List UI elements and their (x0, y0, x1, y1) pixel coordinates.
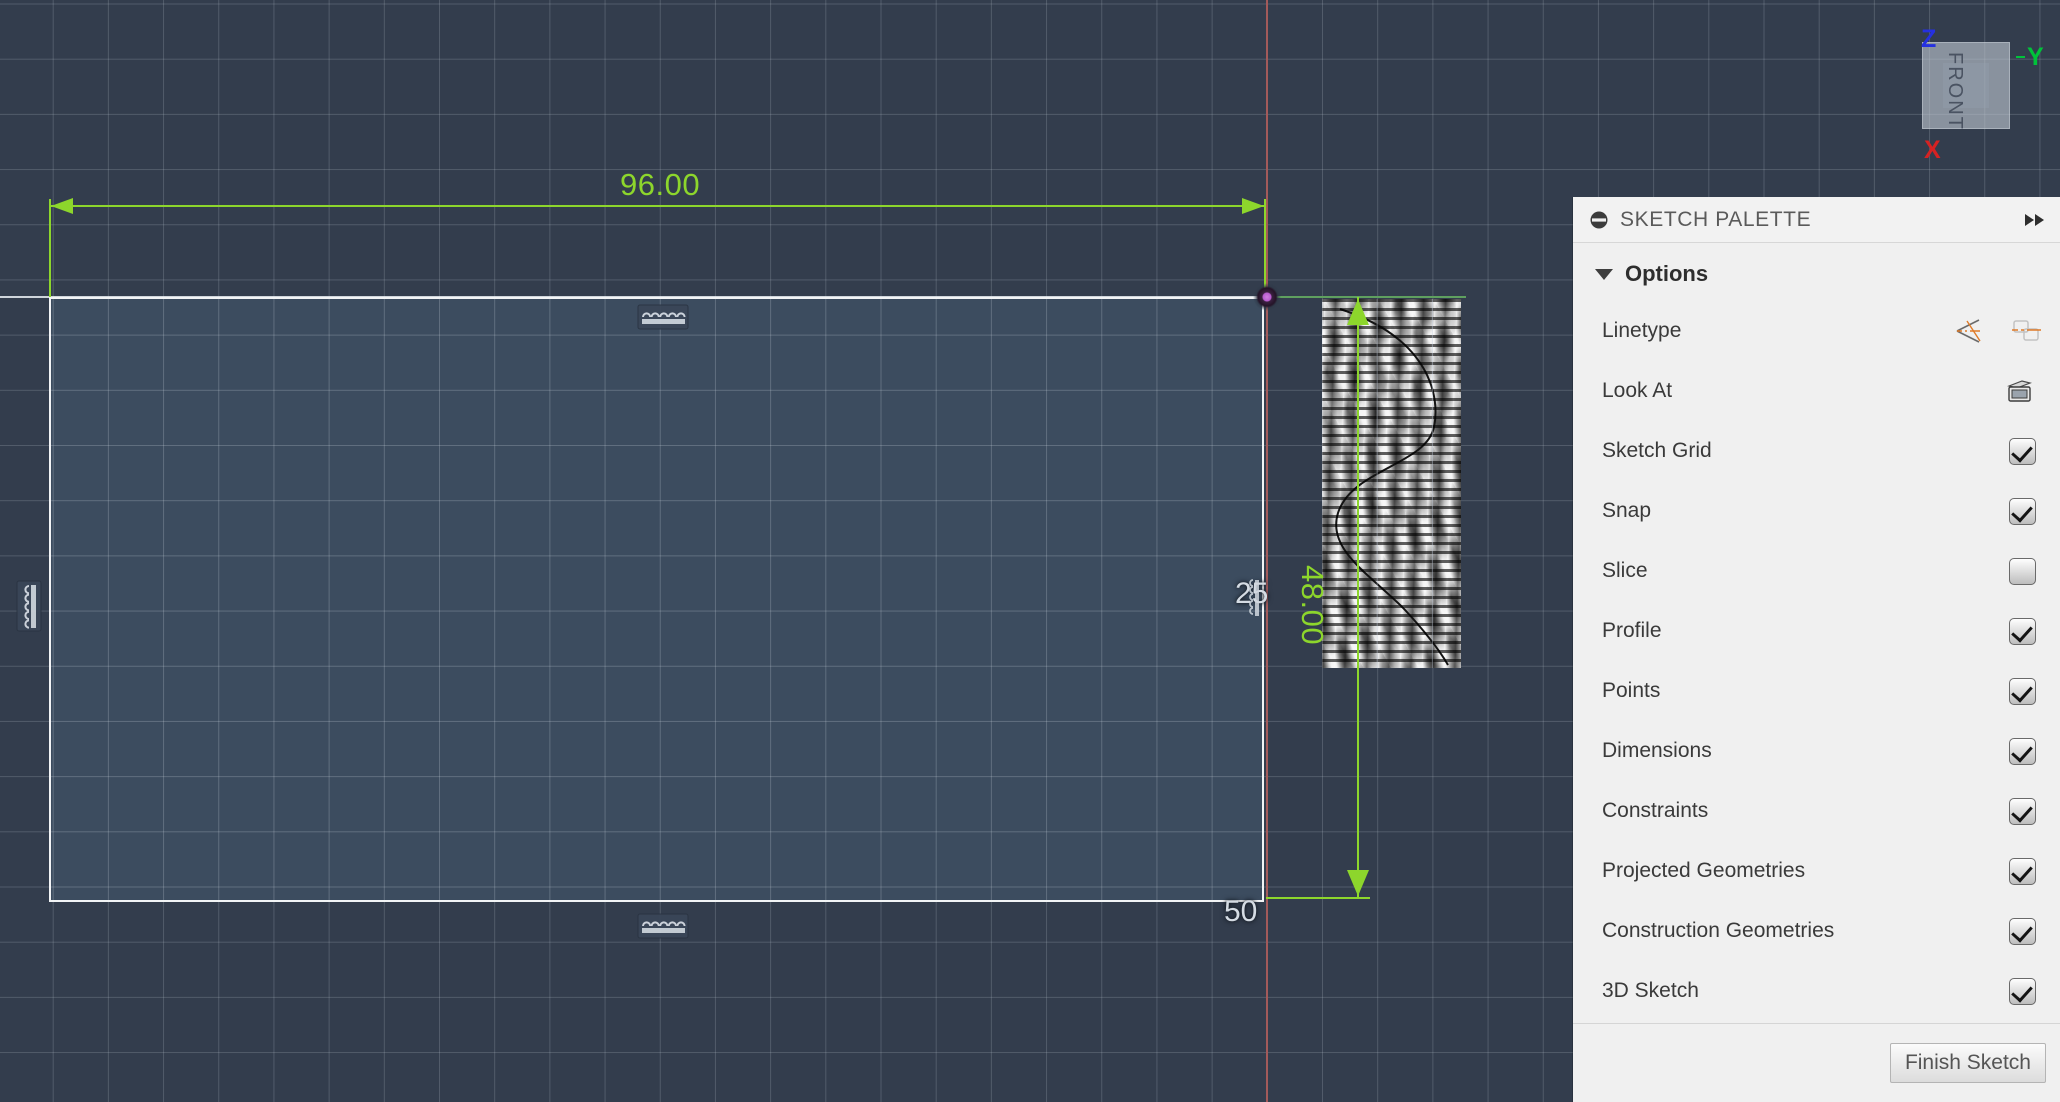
texture-preview-swatch (1322, 299, 1461, 668)
dimension-extension-line-bottom (1266, 897, 1370, 899)
horizontal-constraint-icon[interactable] (637, 304, 689, 330)
finish-sketch-button[interactable]: Finish Sketch (1889, 1043, 2046, 1083)
option-row-look-at[interactable]: Look At (1573, 361, 2060, 421)
option-row-3d-sketch[interactable]: 3D Sketch (1573, 961, 2060, 1021)
option-control-linetype (1954, 317, 2044, 345)
expand-right-icon[interactable] (2024, 212, 2046, 228)
origin-y-axis (1266, 296, 1466, 298)
dimension-arrow-right-icon (1242, 198, 1264, 214)
construction-region-icon[interactable] (2010, 317, 2044, 345)
axis-tick-y-icon (2016, 56, 2025, 58)
centerline-icon[interactable] (1954, 317, 1988, 345)
sketch-palette-body: Options Linetype Look At Sketch Grid Sna… (1573, 243, 2060, 1023)
look-at-icon[interactable] (2002, 377, 2036, 405)
option-label-slice: Slice (1602, 559, 1648, 582)
checkbox-dimensions[interactable] (2009, 737, 2036, 765)
dimension-arrow-up-icon (1347, 299, 1369, 325)
origin-vertical-axis (1266, 0, 1268, 1102)
dimension-line-vertical[interactable] (1357, 297, 1359, 898)
dimension-arrow-down-icon (1347, 870, 1369, 896)
checkbox-construction-geometries[interactable] (2009, 917, 2036, 945)
option-label-linetype: Linetype (1602, 319, 1682, 342)
checkbox-sketch-grid[interactable] (2009, 437, 2036, 465)
checkbox-3d-sketch[interactable] (2009, 977, 2036, 1005)
view-cube[interactable]: FRONT (1922, 42, 2010, 131)
origin-point-icon[interactable] (1253, 283, 1281, 311)
dimension-value-horizontal[interactable]: 96.00 (620, 167, 700, 203)
option-row-dimensions[interactable]: Dimensions (1573, 721, 2060, 781)
option-row-projected-geometries[interactable]: Projected Geometries (1573, 841, 2060, 901)
checkbox-points[interactable] (2009, 677, 2036, 705)
option-row-slice[interactable]: Slice (1573, 541, 2060, 601)
vertical-constraint-icon[interactable] (16, 580, 42, 632)
caret-down-icon[interactable] (1595, 268, 1613, 280)
option-label-projected-geometries: Projected Geometries (1602, 859, 1806, 882)
option-row-profile[interactable]: Profile (1573, 601, 2060, 661)
checkbox-snap[interactable] (2009, 497, 2036, 525)
option-label-sketch-grid: Sketch Grid (1602, 439, 1712, 462)
sketch-palette-title: SKETCH PALETTE (1620, 207, 1812, 231)
option-control-look-at (2002, 377, 2044, 405)
dimension-line-horizontal[interactable] (50, 205, 1265, 207)
option-row-points[interactable]: Points (1573, 661, 2060, 721)
option-row-linetype[interactable]: Linetype (1573, 301, 2060, 361)
minimize-icon[interactable] (1589, 210, 1609, 230)
options-group-label: Options (1625, 261, 1709, 286)
option-label-look-at: Look At (1602, 379, 1673, 402)
swatch-vertical-grid (1322, 299, 1461, 668)
option-row-sketch-grid[interactable]: Sketch Grid (1573, 421, 2060, 481)
view-cube-face-label: FRONT (1944, 52, 1966, 131)
sketch-rectangle[interactable] (49, 297, 1264, 902)
option-row-snap[interactable]: Snap (1573, 481, 2060, 541)
option-row-constraints[interactable]: Constraints (1573, 781, 2060, 841)
dimension-value-vertical[interactable]: 48.00 (1294, 565, 1330, 645)
fusion-sketch-window: 96.00 48.00 25 50 FRONT Z Y X SKETCH PAL… (0, 0, 2060, 1102)
options-group-header[interactable]: Options (1573, 251, 2060, 301)
sketch-dimension-input-50[interactable]: 50 (1224, 895, 1257, 929)
option-row-construction-geometries[interactable]: Construction Geometries (1573, 901, 2060, 961)
sketch-palette-header[interactable]: SKETCH PALETTE (1573, 197, 2060, 243)
axis-label-z: Z (1921, 25, 1937, 53)
checkbox-projected-geometries[interactable] (2009, 857, 2036, 885)
axis-label-x: X (1924, 136, 1941, 164)
option-label-dimensions: Dimensions (1602, 739, 1712, 762)
option-label-construction-geometries: Construction Geometries (1602, 919, 1835, 942)
option-label-profile: Profile (1602, 619, 1662, 642)
checkbox-constraints[interactable] (2009, 797, 2036, 825)
sketch-palette-footer: Finish Sketch (1573, 1023, 2060, 1102)
vertical-constraint-icon[interactable] (1243, 576, 1265, 622)
option-label-snap: Snap (1602, 499, 1652, 522)
sketch-palette-panel[interactable]: SKETCH PALETTE Options Linetype Look At … (1573, 197, 2060, 1102)
horizontal-constraint-icon[interactable] (637, 913, 689, 939)
checkbox-profile[interactable] (2009, 617, 2036, 645)
option-label-3d-sketch: 3D Sketch (1602, 979, 1699, 1002)
dimension-arrow-left-icon (51, 198, 73, 214)
option-label-points: Points (1602, 679, 1661, 702)
axis-label-y: Y (2027, 43, 2044, 71)
option-label-constraints: Constraints (1602, 799, 1709, 822)
checkbox-slice[interactable] (2009, 557, 2036, 585)
